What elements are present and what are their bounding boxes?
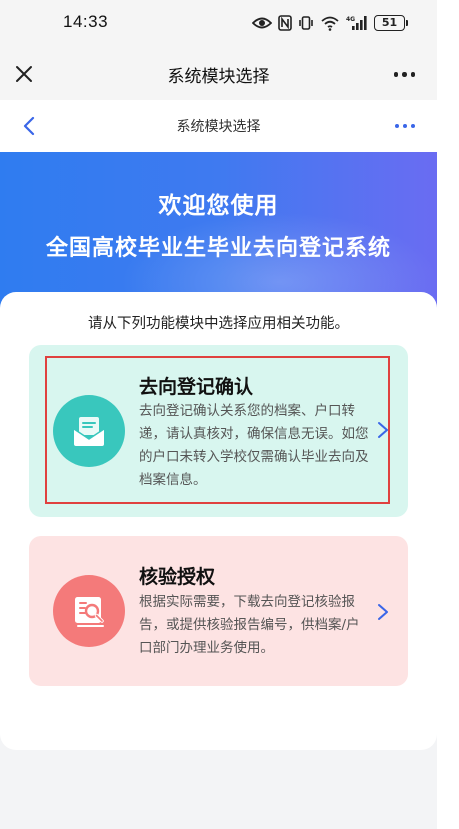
module-card-verify[interactable]: 核验授权 根据实际需要，下载去向登记核验报告，或提供核验报告编号，供档案/户口部…: [29, 536, 408, 686]
module-title: 核验授权: [139, 566, 216, 588]
chevron-right-icon[interactable]: [376, 420, 390, 440]
vibrate-icon: [298, 15, 314, 31]
page: 14:33 4G 51 系统模块选择 系统模块选择 欢迎您使用 全国高校毕业生毕…: [0, 0, 437, 829]
eye-icon: [252, 16, 272, 30]
module-card-confirm[interactable]: 去向登记确认 去向登记确认关系您的档案、户口转递，请认真核对，确保信息无误。如您…: [29, 345, 408, 517]
document-search-icon: [53, 575, 125, 647]
more-dot: [411, 124, 415, 128]
intro-text: 请从下列功能模块中选择应用相关功能。: [88, 316, 349, 332]
module-description: 根据实际需要，下载去向登记核验报告，或提供核验报告编号，供档案/户口部门办理业务…: [139, 594, 360, 656]
nav-bar: 系统模块选择: [0, 100, 437, 152]
more-dot: [395, 124, 399, 128]
status-icons: 4G 51: [252, 11, 408, 35]
more-dot: [402, 72, 407, 77]
battery-icon: 51: [374, 15, 408, 31]
app-header-title: 系统模块选择: [167, 66, 270, 87]
banner-line-2: 全国高校毕业生毕业去向登记系统: [45, 236, 391, 261]
more-icon[interactable]: [395, 124, 415, 128]
signal-icon: 4G: [346, 15, 368, 31]
app-header: 系统模块选择: [0, 48, 437, 100]
wifi-icon: [320, 15, 340, 31]
more-dot: [410, 72, 415, 77]
nfc-icon: [278, 15, 292, 31]
module-title: 去向登记确认: [139, 376, 254, 398]
banner-line-1: 欢迎您使用: [158, 193, 279, 219]
svg-text:4G: 4G: [346, 16, 355, 23]
envelope-icon: [53, 395, 125, 467]
status-time: 14:33: [63, 12, 109, 31]
module-description: 去向登记确认关系您的档案、户口转递，请认真核对，确保信息无误。如您的户口未转入学…: [139, 403, 369, 488]
chevron-right-icon[interactable]: [376, 602, 390, 622]
more-icon[interactable]: [393, 72, 415, 77]
more-dot: [393, 72, 398, 77]
close-icon[interactable]: [12, 62, 36, 86]
status-bar: 14:33 4G 51: [0, 0, 437, 48]
chevron-left-icon[interactable]: [18, 114, 42, 138]
more-dot: [403, 124, 407, 128]
nav-bar-title: 系统模块选择: [176, 119, 261, 135]
module-panel: 请从下列功能模块中选择应用相关功能。 去向登记确认 去向登记确认关系您的档案、户…: [0, 292, 437, 750]
